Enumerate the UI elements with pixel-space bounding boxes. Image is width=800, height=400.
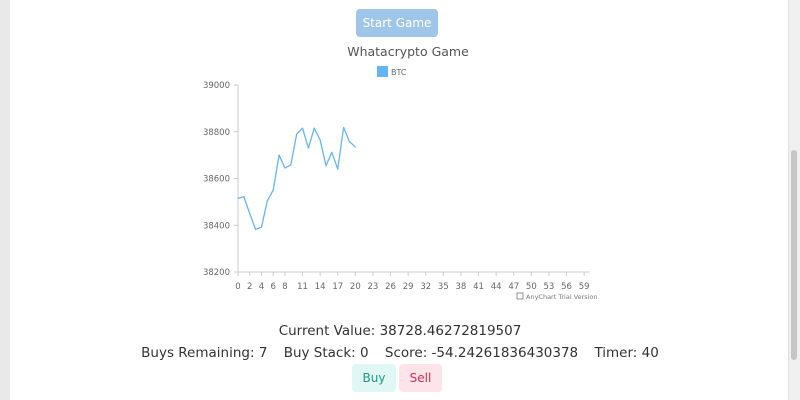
x-tick-label: 38 xyxy=(456,282,467,292)
score-text: Score: -54.24261836430378 xyxy=(384,345,579,361)
y-tick-label: 38600 xyxy=(203,175,230,185)
x-tick-label: 4 xyxy=(259,282,264,292)
x-tick-label: 23 xyxy=(368,282,379,292)
chart-title: Whatacrypto Game xyxy=(347,44,469,59)
buy-button[interactable]: Buy xyxy=(352,364,396,392)
data-point-btc xyxy=(331,151,333,153)
x-tick-label: 41 xyxy=(473,282,484,292)
data-point-btc xyxy=(278,154,280,156)
y-tick-label: 38400 xyxy=(203,221,230,231)
y-tick-label: 38800 xyxy=(203,128,230,138)
data-point-btc xyxy=(243,196,245,198)
timer-text: Timer: 40 xyxy=(594,345,659,361)
x-tick-label: 50 xyxy=(526,282,537,292)
data-point-btc xyxy=(348,140,351,143)
buy-stack-text: Buy Stack: 0 xyxy=(283,345,369,361)
sell-button[interactable]: Sell xyxy=(399,364,442,392)
x-tick-label: 32 xyxy=(420,282,431,292)
data-point-btc xyxy=(272,189,274,191)
data-point-btc xyxy=(249,212,251,215)
x-tick-label: 8 xyxy=(282,282,287,292)
x-tick-label: 53 xyxy=(544,282,555,292)
x-tick-label: 2 xyxy=(247,282,252,292)
data-point-btc xyxy=(307,147,309,149)
current-value-text: Current Value: 38728.46272819507 xyxy=(278,323,522,339)
y-tick-label: 39000 xyxy=(203,81,230,91)
x-tick-label: 44 xyxy=(491,282,502,292)
buys-remaining-text: Buys Remaining: 7 xyxy=(141,345,268,361)
data-point-btc xyxy=(337,168,339,170)
x-tick-label: 47 xyxy=(508,282,519,292)
x-tick-label: 0 xyxy=(235,282,240,292)
x-tick-label: 26 xyxy=(385,282,396,292)
data-point-btc xyxy=(325,165,327,167)
x-tick-label: 11 xyxy=(297,282,308,292)
data-point-btc xyxy=(343,126,345,129)
data-point-btc xyxy=(237,197,239,199)
chart-credit-icon xyxy=(516,292,524,300)
legend-swatch-btc xyxy=(377,66,388,77)
price-chart: Whatacrypto Game BTC 3820038400386003880… xyxy=(203,44,598,301)
stats-row: Buys Remaining: 7 Buy Stack: 0 Score: -5… xyxy=(0,345,800,361)
data-point-btc xyxy=(266,200,268,202)
data-point-btc xyxy=(260,226,263,228)
x-tick-label: 20 xyxy=(350,282,361,292)
data-point-btc xyxy=(296,133,298,135)
x-tick-label: 14 xyxy=(315,282,326,292)
legend-label-btc: BTC xyxy=(391,68,407,77)
data-point-btc xyxy=(290,164,292,166)
data-point-btc xyxy=(354,146,356,148)
y-tick-label: 38200 xyxy=(203,268,230,278)
series-line-btc xyxy=(237,126,356,231)
data-point-btc xyxy=(255,228,257,231)
data-point-btc xyxy=(319,139,321,141)
x-tick-label: 29 xyxy=(403,282,414,292)
x-tick-label: 6 xyxy=(270,282,275,292)
data-point-btc xyxy=(284,167,286,169)
chart-credit: AnyChart Trial Version xyxy=(526,293,598,301)
data-point-btc xyxy=(313,127,315,129)
x-tick-label: 17 xyxy=(332,282,343,292)
x-tick-label: 35 xyxy=(438,282,449,292)
x-tick-label: 59 xyxy=(579,282,590,292)
data-point-btc xyxy=(301,127,304,129)
x-tick-label: 56 xyxy=(561,282,572,292)
